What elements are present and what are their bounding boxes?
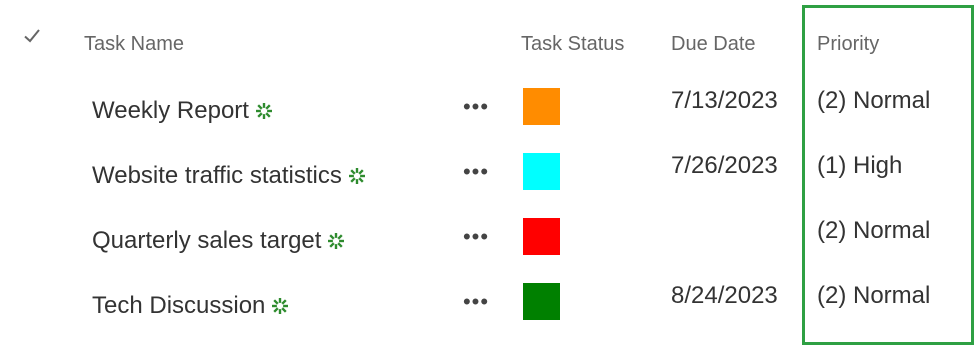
priority-column-highlight [802,5,974,345]
task-title-cell[interactable]: Website traffic statistics [92,159,366,193]
task-title-link[interactable]: Weekly Report [92,94,249,128]
new-item-icon [348,167,366,185]
task-title-link[interactable]: Tech Discussion [92,289,265,323]
task-title-link[interactable]: Website traffic statistics [92,159,342,193]
more-actions-button[interactable]: ••• [458,287,494,317]
new-item-icon [255,102,273,120]
more-actions-button[interactable]: ••• [458,92,494,122]
task-title-cell[interactable]: Weekly Report [92,94,273,128]
task-title-cell[interactable]: Quarterly sales target [92,224,345,258]
task-status-swatch [523,218,560,255]
task-status-swatch [523,153,560,190]
column-header-due-date[interactable]: Due Date [671,30,756,58]
task-title-cell[interactable]: Tech Discussion [92,289,289,323]
column-header-task-status[interactable]: Task Status [521,30,624,58]
new-item-icon [327,232,345,250]
task-title-link[interactable]: Quarterly sales target [92,224,321,258]
due-date-cell: 8/24/2023 [671,282,778,309]
more-actions-button[interactable]: ••• [458,222,494,252]
new-item-icon [271,297,289,315]
due-date-cell: 7/13/2023 [671,87,778,114]
due-date-cell: 7/26/2023 [671,152,778,179]
more-actions-button[interactable]: ••• [458,157,494,187]
task-status-swatch [523,283,560,320]
column-header-task-name[interactable]: Task Name [84,30,184,58]
task-status-swatch [523,88,560,125]
select-all-checkmark-icon[interactable] [22,26,42,46]
